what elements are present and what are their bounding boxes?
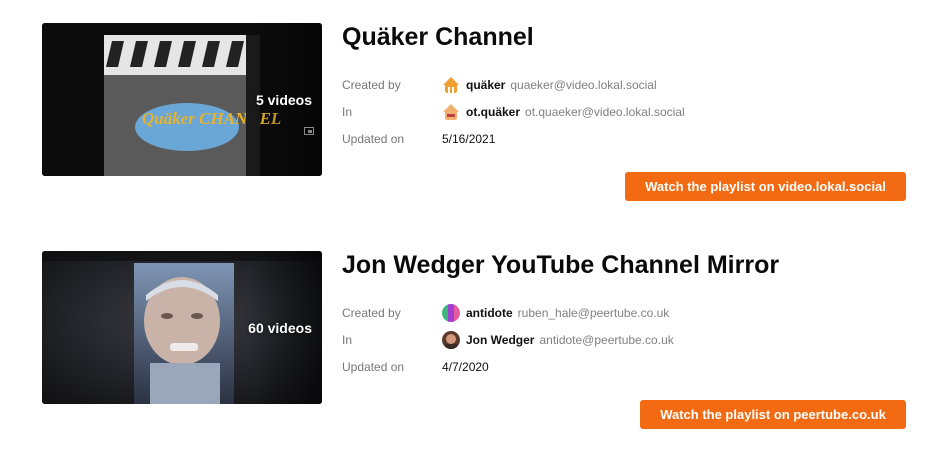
channel-name[interactable]: ot.quäker [466, 105, 520, 119]
channel-handle: ot.quaeker@video.lokal.social [525, 105, 685, 119]
quaker-avatar[interactable] [442, 76, 460, 94]
updated-on-label: Updated on [342, 360, 405, 374]
playlist-thumbnail[interactable]: 60 videos [42, 251, 322, 404]
portrait-avatar[interactable] [442, 331, 460, 349]
video-count: 60 videos [248, 319, 312, 336]
creator-name[interactable]: antidote [466, 306, 513, 320]
video-count: 5 videos [255, 91, 312, 108]
watch-playlist-button[interactable]: Watch the playlist on peertube.co.uk [640, 400, 906, 429]
channel-avatar[interactable] [442, 103, 460, 121]
created-by-label: Created by [342, 78, 401, 92]
created-by-label: Created by [342, 306, 401, 320]
playlist-thumbnail[interactable]: Quäker CHANNEL 5 videos [42, 23, 322, 176]
updated-date: 4/7/2020 [442, 360, 489, 374]
channel-handle: antidote@peertube.co.uk [539, 333, 674, 347]
creator-handle: ruben_hale@peertube.co.uk [517, 306, 670, 320]
in-label: In [342, 333, 353, 347]
channel-name[interactable]: Jon Wedger [466, 333, 534, 347]
watch-playlist-button[interactable]: Watch the playlist on video.lokal.social [625, 172, 906, 201]
playlist-title[interactable]: Jon Wedger YouTube Channel Mirror [342, 250, 779, 280]
creator-handle: quaeker@video.lokal.social [510, 78, 657, 92]
striped-avatar[interactable] [442, 304, 460, 322]
playlist-icon [304, 127, 314, 135]
creator-name[interactable]: quäker [466, 78, 505, 92]
updated-date: 5/16/2021 [442, 132, 496, 146]
in-label: In [342, 105, 353, 119]
updated-on-label: Updated on [342, 132, 405, 146]
playlist-title[interactable]: Quäker Channel [342, 22, 534, 52]
